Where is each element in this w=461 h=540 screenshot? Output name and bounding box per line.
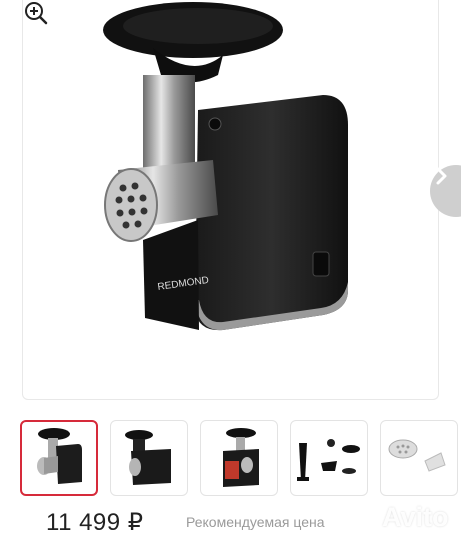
thumbnail-4[interactable] [290,420,368,496]
discs-thumbnail-icon [388,439,446,472]
accessories-thumbnail-icon [297,439,360,481]
thumbnail-5[interactable] [380,420,458,496]
meat-grinder-illustration: REDMOND [103,2,348,331]
zoom-in-icon[interactable] [23,0,49,26]
thumbnail-1[interactable] [20,420,98,496]
thumbnail-2[interactable] [110,420,188,496]
thumbnail-strip [20,420,461,498]
meat-grinder-thumbnail-icon [37,428,82,484]
meat-grinder-red-thumbnail-icon [223,428,259,487]
price-value: 11 499 ₽ [46,509,144,536]
thumbnail-3[interactable] [200,420,278,496]
chevron-right-icon [436,167,447,185]
recommended-price-label: Рекомендуемая цена [186,514,325,530]
main-product-image[interactable]: REDMOND [22,0,461,400]
avito-watermark: Avito [382,502,449,532]
meat-grinder-side-thumbnail-icon [125,430,171,485]
avito-logo-icon [359,508,379,531]
